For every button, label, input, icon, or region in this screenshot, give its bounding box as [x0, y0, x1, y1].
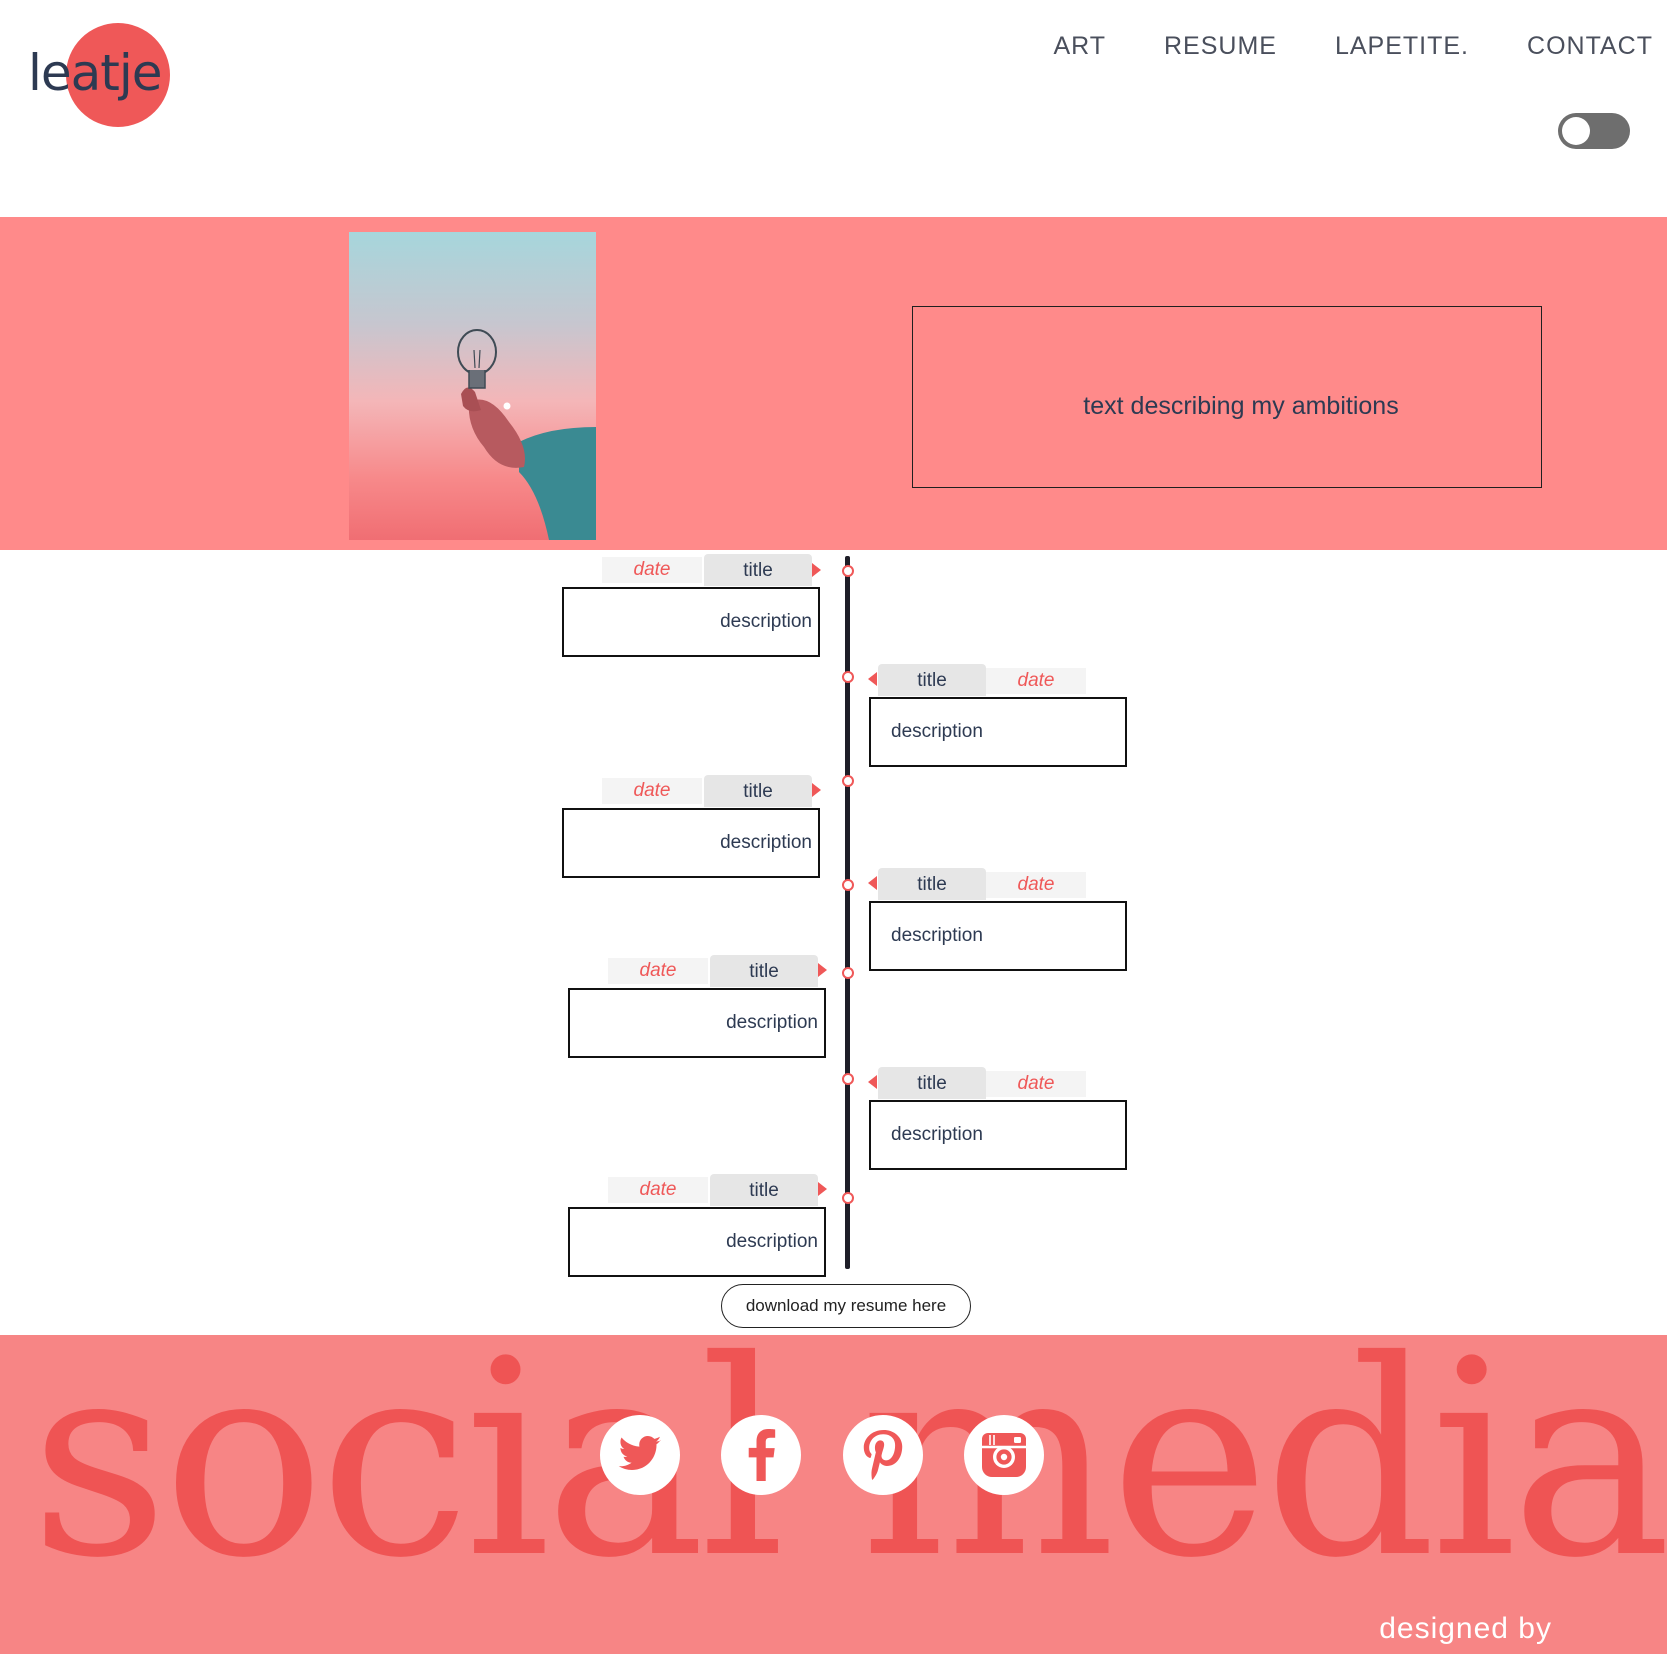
theme-toggle[interactable]: [1558, 113, 1630, 149]
pinterest-icon[interactable]: [843, 1415, 923, 1495]
logo[interactable]: leatje: [28, 20, 188, 130]
entry-description: description: [869, 697, 1127, 767]
entry-title: title: [710, 955, 818, 987]
instagram-icon[interactable]: [964, 1415, 1044, 1495]
entry-description: description: [568, 988, 826, 1058]
ambition-text: text describing my ambitions: [1083, 391, 1399, 420]
timeline-dot: [842, 879, 854, 891]
entry-title: title: [704, 554, 812, 586]
timeline-axis: [845, 556, 850, 1269]
arrow-right-icon: [812, 783, 821, 797]
arrow-left-icon: [868, 1075, 877, 1089]
download-resume-button[interactable]: download my resume here: [721, 1284, 971, 1328]
nav-contact[interactable]: CONTACT: [1527, 32, 1653, 61]
timeline-dot: [842, 1073, 854, 1085]
timeline-dot: [842, 1192, 854, 1204]
designed-by-text: designed by: [1379, 1612, 1552, 1645]
nav-lapetite[interactable]: LAPETITE.: [1335, 32, 1469, 61]
entry-date: date: [986, 1071, 1086, 1097]
timeline-dot: [842, 565, 854, 577]
hero-section: text describing my ambitions: [0, 217, 1667, 550]
entry-date: date: [608, 958, 708, 984]
entry-date: date: [986, 668, 1086, 694]
ambition-box: text describing my ambitions: [912, 306, 1542, 488]
nav-resume[interactable]: RESUME: [1164, 32, 1277, 61]
entry-date: date: [986, 872, 1086, 898]
facebook-icon[interactable]: [721, 1415, 801, 1495]
nav-art[interactable]: ART: [1053, 32, 1106, 61]
entry-title: title: [878, 1067, 986, 1099]
entry-description: description: [568, 1207, 826, 1277]
entry-title: title: [704, 775, 812, 807]
timeline-dot: [842, 967, 854, 979]
entry-title: title: [878, 664, 986, 696]
arrow-left-icon: [868, 876, 877, 890]
footer: social media designed by: [0, 1335, 1667, 1654]
lightbulb-photo: [349, 232, 596, 540]
timeline-dot: [842, 671, 854, 683]
arrow-left-icon: [868, 672, 877, 686]
entry-title: title: [710, 1174, 818, 1206]
entry-date: date: [608, 1177, 708, 1203]
main-nav: ART RESUME LAPETITE. CONTACT: [1053, 32, 1653, 61]
entry-description: description: [562, 587, 820, 657]
arrow-right-icon: [812, 563, 821, 577]
entry-date: date: [602, 557, 702, 583]
entry-description: description: [869, 901, 1127, 971]
arrow-right-icon: [818, 963, 827, 977]
logo-text: leatje: [28, 44, 163, 102]
entry-description: description: [562, 808, 820, 878]
arrow-right-icon: [818, 1182, 827, 1196]
toggle-knob: [1562, 117, 1590, 145]
entry-date: date: [602, 778, 702, 804]
entry-description: description: [869, 1100, 1127, 1170]
twitter-icon[interactable]: [600, 1415, 680, 1495]
timeline-dot: [842, 775, 854, 787]
entry-title: title: [878, 868, 986, 900]
